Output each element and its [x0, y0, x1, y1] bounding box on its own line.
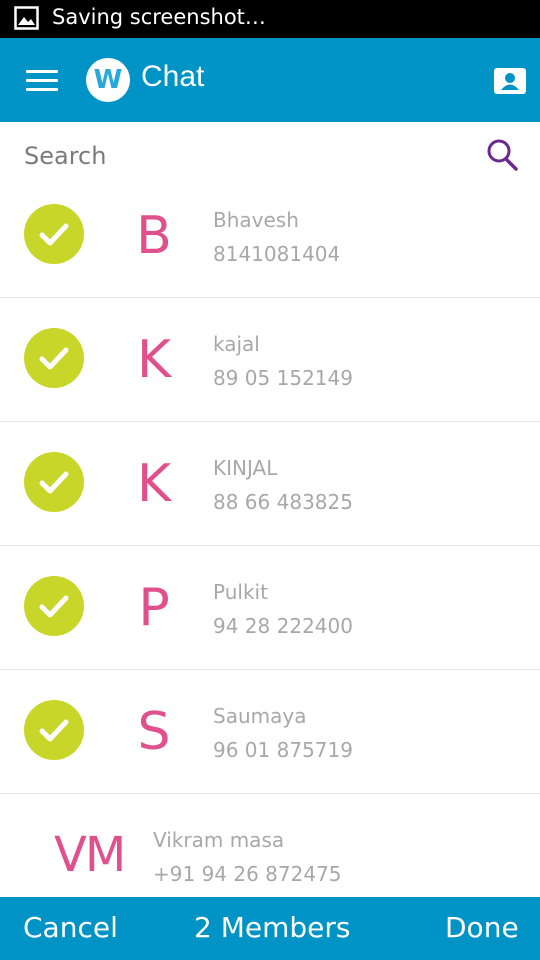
- contact-name: Saumaya: [213, 704, 307, 728]
- contact-name: Pulkit: [213, 580, 268, 604]
- status-text: Saving screenshot…: [52, 5, 266, 29]
- app-logo: W: [86, 58, 130, 102]
- contact-phone: +91 94 26 872475: [153, 862, 342, 886]
- contact-item[interactable]: K kajal 89 05 152149: [0, 298, 540, 422]
- bottom-action-bar: Cancel 2 Members Done: [0, 897, 540, 960]
- app-title: Chat: [141, 60, 205, 93]
- contact-name: KINJAL: [213, 456, 278, 480]
- contact-phone: 96 01 875719: [213, 738, 353, 762]
- selected-check-icon: [24, 328, 84, 388]
- contact-name: kajal: [213, 332, 260, 356]
- cancel-button[interactable]: Cancel: [23, 911, 118, 944]
- contact-phone: 94 28 222400: [213, 614, 353, 638]
- contact-item[interactable]: VM Vikram masa +91 94 26 872475: [0, 794, 540, 897]
- app-bar: W Chat: [0, 38, 540, 122]
- contact-name: Vikram masa: [153, 828, 285, 852]
- contact-initial: B: [136, 206, 172, 266]
- contact-initial: VM: [54, 827, 126, 883]
- search-input[interactable]: [24, 136, 464, 176]
- contact-item[interactable]: S Saumaya 96 01 875719: [0, 670, 540, 794]
- selected-check-icon: [24, 204, 84, 264]
- contact-item[interactable]: B Bhavesh 8141081404: [0, 174, 540, 298]
- contact-item[interactable]: P Pulkit 94 28 222400: [0, 546, 540, 670]
- contact-list: B Bhavesh 8141081404 K kajal 89 05 15214…: [0, 174, 540, 897]
- search-icon[interactable]: [486, 138, 518, 172]
- contact-name: Bhavesh: [213, 208, 299, 232]
- selected-check-icon: [24, 700, 84, 760]
- contact-initial: K: [136, 454, 172, 514]
- contact-avatar: VM: [54, 825, 128, 885]
- contact-phone: 88 66 483825: [213, 490, 353, 514]
- image-icon: [14, 6, 39, 30]
- status-bar: Saving screenshot…: [0, 0, 540, 38]
- contact-initial: P: [138, 578, 170, 638]
- contact-item[interactable]: K KINJAL 88 66 483825: [0, 422, 540, 546]
- hamburger-menu-icon[interactable]: [26, 70, 58, 92]
- contact-phone: 89 05 152149: [213, 366, 353, 390]
- contact-card-icon[interactable]: [494, 68, 526, 94]
- contact-initial: S: [137, 702, 171, 762]
- contact-initial: K: [136, 330, 172, 390]
- contact-phone: 8141081404: [213, 242, 341, 266]
- members-count-button[interactable]: 2 Members: [194, 911, 350, 944]
- selected-check-icon: [24, 452, 84, 512]
- logo-letter: W: [93, 65, 123, 95]
- done-button[interactable]: Done: [445, 911, 519, 944]
- selected-check-icon: [24, 576, 84, 636]
